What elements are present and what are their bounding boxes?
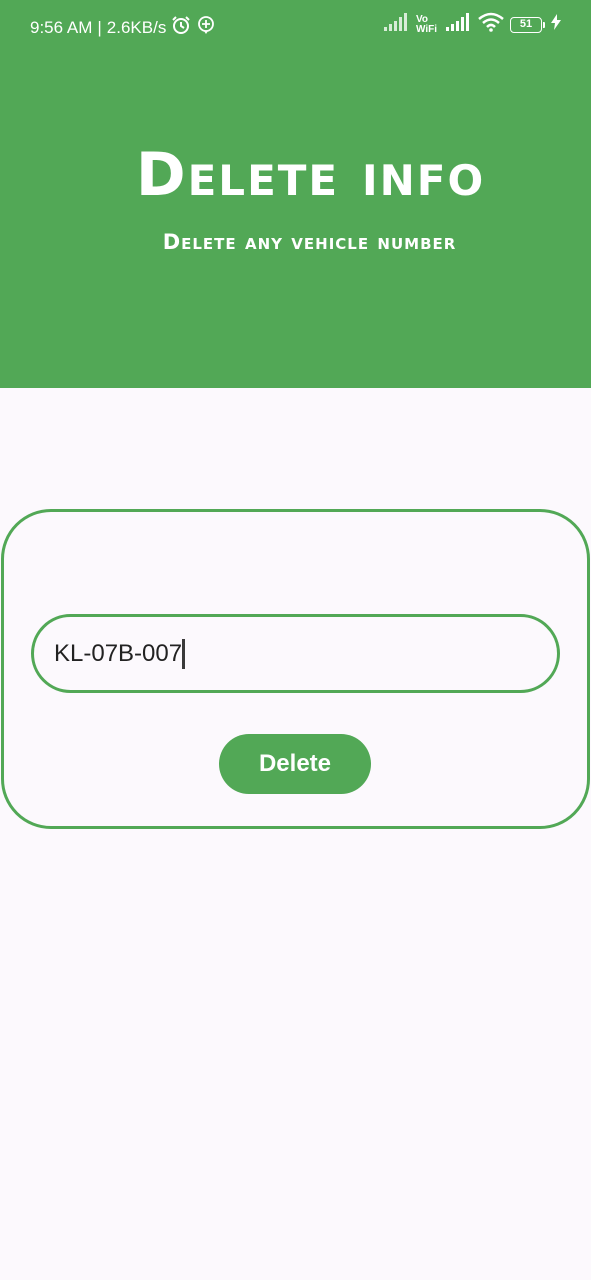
page-subtitle: Delete any vehicle number (162, 230, 457, 254)
vowifi-indicator: Vo WiFi (416, 14, 440, 35)
location-plus-icon (196, 15, 216, 40)
status-net-speed: 2.6KB/s (106, 17, 167, 37)
wifi-icon (478, 12, 504, 37)
vehicle-number-value[interactable]: KL-07B-007 (54, 640, 182, 668)
vowifi-bottom: WiFi (416, 23, 438, 35)
header-banner: 9:56 AM | 2.6KB/s Vo WiFi 51 Delete info… (0, 0, 591, 388)
signal-icon-2 (446, 13, 472, 36)
battery-icon: 51 (510, 16, 545, 33)
alarm-icon (171, 15, 191, 40)
page-title: Delete info (135, 140, 486, 210)
status-separator: | (97, 17, 102, 37)
signal-icon (384, 13, 410, 36)
bolt-icon (551, 14, 561, 35)
delete-button[interactable]: Delete (219, 734, 371, 794)
vehicle-number-field[interactable]: KL-07B-007 (31, 614, 560, 693)
status-time: 9:56 AM (30, 17, 93, 37)
status-bar: 9:56 AM | 2.6KB/s Vo WiFi 51 (0, 0, 591, 52)
battery-level: 51 (510, 16, 542, 33)
text-cursor (182, 638, 186, 669)
